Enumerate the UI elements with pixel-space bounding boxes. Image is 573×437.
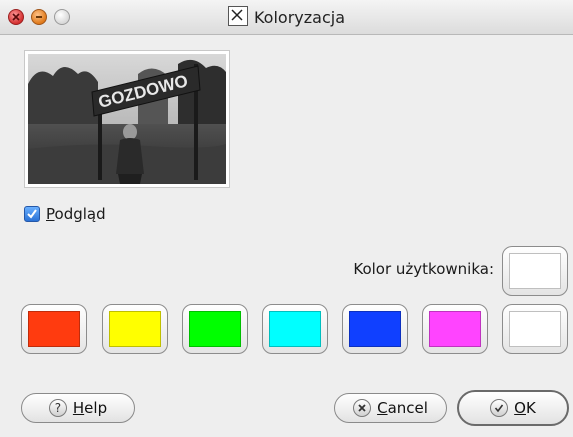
preview-photo: GOZDOWO: [28, 54, 226, 184]
help-label: Help: [72, 399, 108, 417]
title-bar: Koloryzacja: [0, 0, 573, 35]
color-swatch-button[interactable]: [262, 304, 328, 354]
color-swatch-fill: [429, 311, 481, 347]
image-preview: GOZDOWO: [24, 50, 230, 188]
window-title-area: Koloryzacja: [0, 6, 573, 27]
x11-app-icon: [227, 6, 248, 26]
color-swatch-fill: [269, 311, 321, 347]
window-title: Koloryzacja: [253, 8, 345, 27]
color-swatch-fill: [509, 311, 561, 347]
color-swatch-fill: [189, 311, 241, 347]
user-color-label: Kolor użytkownika:: [353, 260, 494, 278]
preview-checkbox-label[interactable]: Podgląd: [46, 205, 106, 223]
preview-checkbox[interactable]: [24, 206, 40, 222]
color-swatch-button[interactable]: [342, 304, 408, 354]
color-swatch-button[interactable]: [182, 304, 248, 354]
cancel-icon: [353, 399, 372, 417]
help-icon: ?: [48, 399, 67, 417]
color-swatch-fill: [349, 311, 401, 347]
preview-checkbox-row[interactable]: Podgląd: [24, 204, 106, 224]
user-color-fill: [509, 253, 561, 289]
ok-button[interactable]: OK: [457, 390, 569, 426]
color-swatch-button[interactable]: [502, 304, 568, 354]
color-swatch-fill: [28, 311, 80, 347]
checkmark-icon: [490, 399, 509, 417]
checkmark-icon: [27, 209, 37, 219]
user-color-button[interactable]: [502, 246, 568, 296]
color-swatch-fill: [109, 311, 161, 347]
cancel-button[interactable]: Cancel: [334, 393, 447, 423]
ok-label: OK: [514, 399, 536, 417]
color-swatch-button[interactable]: [21, 304, 87, 354]
help-button[interactable]: ? Help: [21, 393, 135, 423]
color-swatch-button[interactable]: [422, 304, 488, 354]
cancel-label: Cancel: [377, 399, 428, 417]
color-swatch-button[interactable]: [102, 304, 168, 354]
